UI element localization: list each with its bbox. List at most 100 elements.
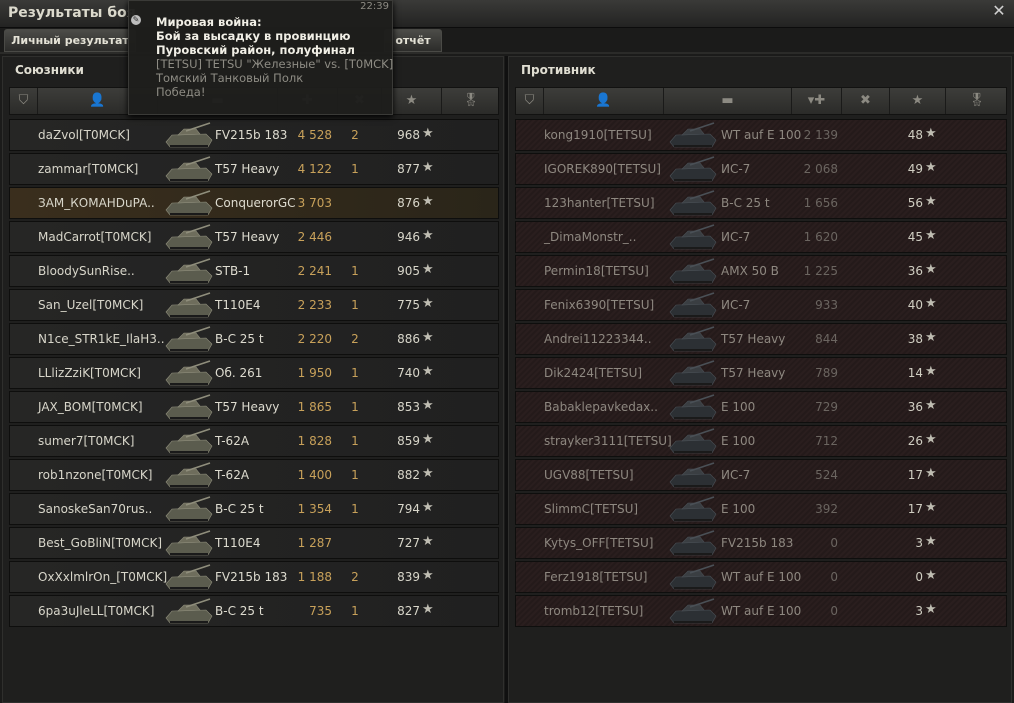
- medal-column-icon[interactable]: 🎖: [946, 88, 1008, 114]
- xp-value: 0: [915, 570, 923, 584]
- damage-value: 524: [815, 468, 838, 482]
- xp-value: 794: [397, 502, 420, 516]
- damage-value: 1 400: [297, 468, 332, 482]
- kills-value: 1: [351, 400, 359, 414]
- xp-value: 946: [397, 230, 420, 244]
- table-row[interactable]: 123hanter[TETSU] B-C 25 t 1 656 56 ★: [515, 187, 1007, 219]
- table-row[interactable]: MadCarrot[T0MCK] T57 Heavy 2 446 946 ★: [9, 221, 499, 253]
- table-row[interactable]: rob1nzone[T0MCK] T-62A 1 400 1 882 ★: [9, 459, 499, 491]
- kills-value: 2: [351, 332, 359, 346]
- tank-column-icon[interactable]: ▬: [664, 88, 792, 114]
- platoon-column-icon[interactable]: ⛉: [516, 88, 544, 114]
- tank-icon: [666, 460, 718, 490]
- table-row[interactable]: SlimmC[TETSU] E 100 392 17 ★: [515, 493, 1007, 525]
- table-row[interactable]: JAX_BOM[T0MCK] T57 Heavy 1 865 1 853 ★: [9, 391, 499, 423]
- xp-value: 853: [397, 400, 420, 414]
- damage-value: 2 139: [803, 128, 838, 142]
- player-name: IGOREK890[TETSU]: [544, 162, 661, 176]
- table-row[interactable]: tromb12[TETSU] WT auf E 100 0 3 ★: [515, 595, 1007, 627]
- player-name: N1ce_STR1kE_IlaH3..: [38, 332, 165, 346]
- xp-value: 49: [907, 162, 923, 176]
- player-name: OxXxlmlrOn_[T0MCK]: [38, 570, 168, 584]
- player-name: SlimmC[TETSU]: [544, 502, 639, 516]
- table-row[interactable]: kong1910[TETSU] WT auf E 100 2 139 48 ★: [515, 119, 1007, 151]
- star-icon: ★: [422, 228, 434, 243]
- tank-name: B-C 25 t: [215, 332, 264, 346]
- damage-value: 3 703: [297, 196, 332, 210]
- table-row[interactable]: Dik2424[TETSU] T57 Heavy 789 14 ★: [515, 357, 1007, 389]
- tooltip-line-3: Пуровский район, полуфинал: [156, 43, 355, 57]
- table-row[interactable]: daZvol[T0MCK] FV215b 183 4 528 2 968 ★: [9, 119, 499, 151]
- table-row[interactable]: San_Uzel[T0MCK] T110E4 2 233 1 775 ★: [9, 289, 499, 321]
- window-title: Результаты боя: [8, 5, 136, 21]
- player-name: tromb12[TETSU]: [544, 604, 644, 618]
- star-icon: ★: [925, 228, 937, 243]
- table-row[interactable]: ЗАМ_КОМАНDuPA.. ConquerorGC 3 703 876 ★: [9, 187, 499, 219]
- damage-column-icon[interactable]: ▾✚: [792, 88, 842, 114]
- player-name: LLlizZziK[T0MCK]: [38, 366, 141, 380]
- damage-value: 933: [815, 298, 838, 312]
- xp-value: 905: [397, 264, 420, 278]
- table-row[interactable]: SanoskeSan70rus.. B-C 25 t 1 354 1 794 ★: [9, 493, 499, 525]
- damage-value: 1 656: [803, 196, 838, 210]
- table-row[interactable]: Fenix6390[TETSU] ИС-7 933 40 ★: [515, 289, 1007, 321]
- kills-value: 1: [351, 264, 359, 278]
- table-row[interactable]: BloodySunRise.. STB-1 2 241 1 905 ★: [9, 255, 499, 287]
- star-icon: ★: [925, 602, 937, 617]
- tank-icon: [162, 222, 214, 252]
- table-row[interactable]: 6pa3uJleLL[T0MCK] B-C 25 t 735 1 827 ★: [9, 595, 499, 627]
- close-icon[interactable]: ✕: [990, 2, 1008, 20]
- kills-column-icon[interactable]: ✖: [842, 88, 890, 114]
- table-row[interactable]: Ferz1918[TETSU] WT auf E 100 0 0 ★: [515, 561, 1007, 593]
- table-row[interactable]: strayker3111[TETSU] E 100 712 26 ★: [515, 425, 1007, 457]
- star-icon: ★: [925, 296, 937, 311]
- tank-name: E 100: [721, 434, 756, 448]
- table-row[interactable]: N1ce_STR1kE_IlaH3.. B-C 25 t 2 220 2 886 ★: [9, 323, 499, 355]
- player-name: rob1nzone[T0MCK]: [38, 468, 153, 482]
- tank-icon: [666, 358, 718, 388]
- kills-value: 1: [351, 434, 359, 448]
- star-icon: ★: [925, 534, 937, 549]
- table-row[interactable]: Andrei11223344.. T57 Heavy 844 38 ★: [515, 323, 1007, 355]
- table-row[interactable]: Best_GoBliN[T0MCK] T110E4 1 287 727 ★: [9, 527, 499, 559]
- table-row[interactable]: IGOREK890[TETSU] ИС-7 2 068 49 ★: [515, 153, 1007, 185]
- table-row[interactable]: _DimaMonstr_.. ИС-7 1 620 45 ★: [515, 221, 1007, 253]
- tab-personal-result[interactable]: Личный результат: [4, 29, 136, 52]
- player-name: daZvol[T0MCK]: [38, 128, 130, 142]
- tank-icon: [162, 528, 214, 558]
- player-column-icon[interactable]: 👤: [544, 88, 664, 114]
- medal-column-icon[interactable]: 🎖: [442, 88, 500, 114]
- damage-value: 1 225: [803, 264, 838, 278]
- table-row[interactable]: Babaklepavkedax.. E 100 729 36 ★: [515, 391, 1007, 423]
- damage-value: 2 220: [297, 332, 332, 346]
- xp-value: 38: [907, 332, 923, 346]
- table-row[interactable]: LLlizZziK[T0MCK] Об. 261 1 950 1 740 ★: [9, 357, 499, 389]
- platoon-column-icon[interactable]: ⛉: [10, 88, 38, 114]
- player-name: kong1910[TETSU]: [544, 128, 652, 142]
- table-row[interactable]: sumer7[T0MCK] T-62A 1 828 1 859 ★: [9, 425, 499, 457]
- tank-name: FV215b 183: [215, 570, 288, 584]
- table-row[interactable]: zammar[T0MCK] T57 Heavy 4 122 1 877 ★: [9, 153, 499, 185]
- player-name: San_Uzel[T0MCK]: [38, 298, 144, 312]
- tank-icon: [162, 188, 214, 218]
- table-row[interactable]: UGV88[TETSU] ИС-7 524 17 ★: [515, 459, 1007, 491]
- tank-name: B-C 25 t: [215, 502, 264, 516]
- damage-value: 2 068: [803, 162, 838, 176]
- table-row[interactable]: OxXxlmlrOn_[T0MCK] FV215b 183 1 188 2 839 ★: [9, 561, 499, 593]
- star-icon: ★: [422, 160, 434, 175]
- table-row[interactable]: Kytys_OFF[TETSU] FV215b 183 0 3 ★: [515, 527, 1007, 559]
- tank-icon: [162, 324, 214, 354]
- xp-value: 775: [397, 298, 420, 312]
- damage-value: 2 446: [297, 230, 332, 244]
- star-icon: ★: [925, 330, 937, 345]
- star-icon: ★: [422, 194, 434, 209]
- kills-value: 1: [351, 468, 359, 482]
- xp-column-icon[interactable]: ★: [890, 88, 946, 114]
- star-icon: ★: [422, 534, 434, 549]
- xp-value: 45: [907, 230, 923, 244]
- table-row[interactable]: Permin18[TETSU] AMX 50 B 1 225 36 ★: [515, 255, 1007, 287]
- star-icon: ★: [925, 126, 937, 141]
- xp-value: 14: [907, 366, 923, 380]
- star-icon: ★: [422, 500, 434, 515]
- clan-wars-icon: ✎: [131, 15, 141, 25]
